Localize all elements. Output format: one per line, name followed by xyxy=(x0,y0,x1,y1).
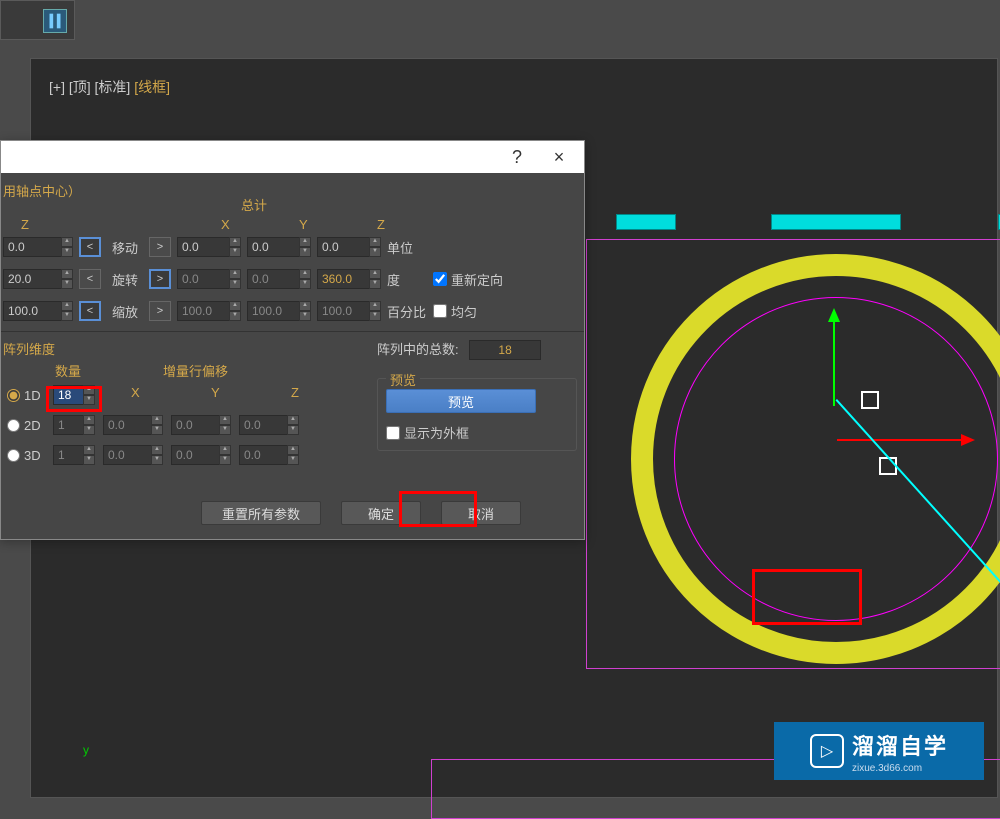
array-total-label: 阵列中的总数: xyxy=(377,342,459,357)
pivot-center-label: 用轴点中心） xyxy=(3,181,81,200)
scale-label: 缩放 xyxy=(107,302,143,321)
move-label: 移动 xyxy=(107,238,143,257)
axis-y-label: y xyxy=(83,743,89,757)
dim-2d-row: 2D ▲▼ ▲▼ ▲▼ ▲▼ xyxy=(7,415,299,435)
uniform-checkbox[interactable]: 均匀 xyxy=(433,302,477,321)
top-toolbar xyxy=(0,0,75,40)
array-total-section: 阵列中的总数: 18 预览 预览 显示为外框 xyxy=(377,339,577,451)
scale-right-arrow[interactable]: > xyxy=(149,301,171,321)
offset-header: 增量行偏移 xyxy=(163,361,228,380)
rot-z-spinner[interactable]: ▲▼ xyxy=(3,269,73,289)
reset-button[interactable]: 重置所有参数 xyxy=(201,501,321,525)
dimensions-section: 阵列维度 数量 增量行偏移 X Y Z 1D ▲▼ 2D ▲▼ ▲▼ ▲▼ ▲▼… xyxy=(3,339,351,469)
dialog-buttons: 重置所有参数 确定 取消 xyxy=(201,501,521,525)
dim-1d-count[interactable]: ▲▼ xyxy=(53,385,95,405)
move-z2-spinner[interactable]: ▲▼ xyxy=(317,237,381,257)
move-row: ▲▼ < 移动 > ▲▼ ▲▼ ▲▼ 单位 xyxy=(3,237,574,257)
dim-3d-radio[interactable]: 3D xyxy=(7,448,45,463)
scale-x2-spinner[interactable]: ▲▼ xyxy=(177,301,241,321)
dim-2d-x[interactable]: ▲▼ xyxy=(103,415,163,435)
totals-header: 总计 xyxy=(241,195,267,214)
dimensions-title: 阵列维度 xyxy=(3,339,351,358)
move-unit: 单位 xyxy=(387,238,427,257)
dim-y-header: Y xyxy=(211,385,220,400)
move-z-spinner[interactable]: ▲▼ xyxy=(3,237,73,257)
ok-button[interactable]: 确定 xyxy=(341,501,421,525)
dim-2d-z[interactable]: ▲▼ xyxy=(239,415,299,435)
dim-2d-y[interactable]: ▲▼ xyxy=(171,415,231,435)
close-button[interactable]: × xyxy=(538,143,580,171)
rotate-label: 旋转 xyxy=(107,270,143,289)
scale-row: ▲▼ < 缩放 > ▲▼ ▲▼ ▲▼ 百分比 均匀 xyxy=(3,301,574,321)
rot-left-arrow[interactable]: < xyxy=(79,269,101,289)
scale-left-arrow[interactable]: < xyxy=(79,301,101,321)
col-y-header: Y xyxy=(299,217,308,232)
dim-2d-count[interactable]: ▲▼ xyxy=(53,415,95,435)
dialog-titlebar[interactable]: ? × xyxy=(1,141,584,173)
move-y2-spinner[interactable]: ▲▼ xyxy=(247,237,311,257)
preview-button[interactable]: 预览 xyxy=(386,389,536,413)
dialog-body: 用轴点中心） 总计 Z X Y Z ▲▼ < 移动 > ▲▼ ▲▼ ▲▼ 单位 … xyxy=(1,173,584,539)
align-tool-icon[interactable] xyxy=(43,9,67,33)
count-header: 数量 xyxy=(55,361,81,380)
top-rail-geometry xyxy=(616,214,997,232)
scale-z2-spinner[interactable]: ▲▼ xyxy=(317,301,381,321)
help-button[interactable]: ? xyxy=(496,143,538,171)
watermark-title: 溜溜自学 xyxy=(852,729,948,761)
dim-3d-z[interactable]: ▲▼ xyxy=(239,445,299,465)
play-icon: ▷ xyxy=(810,734,844,768)
move-left-arrow[interactable]: < xyxy=(79,237,101,257)
rot-y2-spinner[interactable]: ▲▼ xyxy=(247,269,311,289)
array-dialog: ? × 用轴点中心） 总计 Z X Y Z ▲▼ < 移动 > ▲▼ ▲▼ ▲▼… xyxy=(0,140,585,540)
dim-1d-row: 1D ▲▼ xyxy=(7,385,95,405)
rotate-row: ▲▼ < 旋转 > ▲▼ ▲▼ ▲▼ 度 重新定向 xyxy=(3,269,574,289)
col-x-header: X xyxy=(221,217,230,232)
move-x2-spinner[interactable]: ▲▼ xyxy=(177,237,241,257)
cancel-button[interactable]: 取消 xyxy=(441,501,521,525)
move-right-arrow[interactable]: > xyxy=(149,237,171,257)
array-total-value: 18 xyxy=(469,340,541,360)
scale-y2-spinner[interactable]: ▲▼ xyxy=(247,301,311,321)
col-z2-header: Z xyxy=(377,217,385,232)
scale-z-spinner[interactable]: ▲▼ xyxy=(3,301,73,321)
dim-1d-radio[interactable]: 1D xyxy=(7,388,45,403)
gizmo-handle xyxy=(861,391,879,409)
gizmo-x-axis xyxy=(837,439,969,441)
dim-3d-count[interactable]: ▲▼ xyxy=(53,445,95,465)
watermark-logo: ▷ 溜溜自学 zixue.3d66.com xyxy=(774,722,984,780)
dim-x-header: X xyxy=(131,385,140,400)
rot-unit: 度 xyxy=(387,270,427,289)
dim-3d-x[interactable]: ▲▼ xyxy=(103,445,163,465)
dim-z-header: Z xyxy=(291,385,299,400)
gizmo-y-axis xyxy=(833,314,835,406)
preview-legend: 预览 xyxy=(386,370,420,389)
preview-group: 预览 预览 显示为外框 xyxy=(377,378,577,451)
dim-3d-row: 3D ▲▼ ▲▼ ▲▼ ▲▼ xyxy=(7,445,299,465)
display-bbox-checkbox[interactable]: 显示为外框 xyxy=(386,423,568,442)
rot-right-arrow[interactable]: > xyxy=(149,269,171,289)
col-z-header: Z xyxy=(21,217,29,232)
reorient-checkbox[interactable]: 重新定向 xyxy=(433,270,503,289)
rot-x2-spinner[interactable]: ▲▼ xyxy=(177,269,241,289)
scale-unit: 百分比 xyxy=(387,302,427,321)
rot-z2-spinner[interactable]: ▲▼ xyxy=(317,269,381,289)
dim-3d-y[interactable]: ▲▼ xyxy=(171,445,231,465)
dim-2d-radio[interactable]: 2D xyxy=(7,418,45,433)
watermark-subtitle: zixue.3d66.com xyxy=(852,763,948,774)
